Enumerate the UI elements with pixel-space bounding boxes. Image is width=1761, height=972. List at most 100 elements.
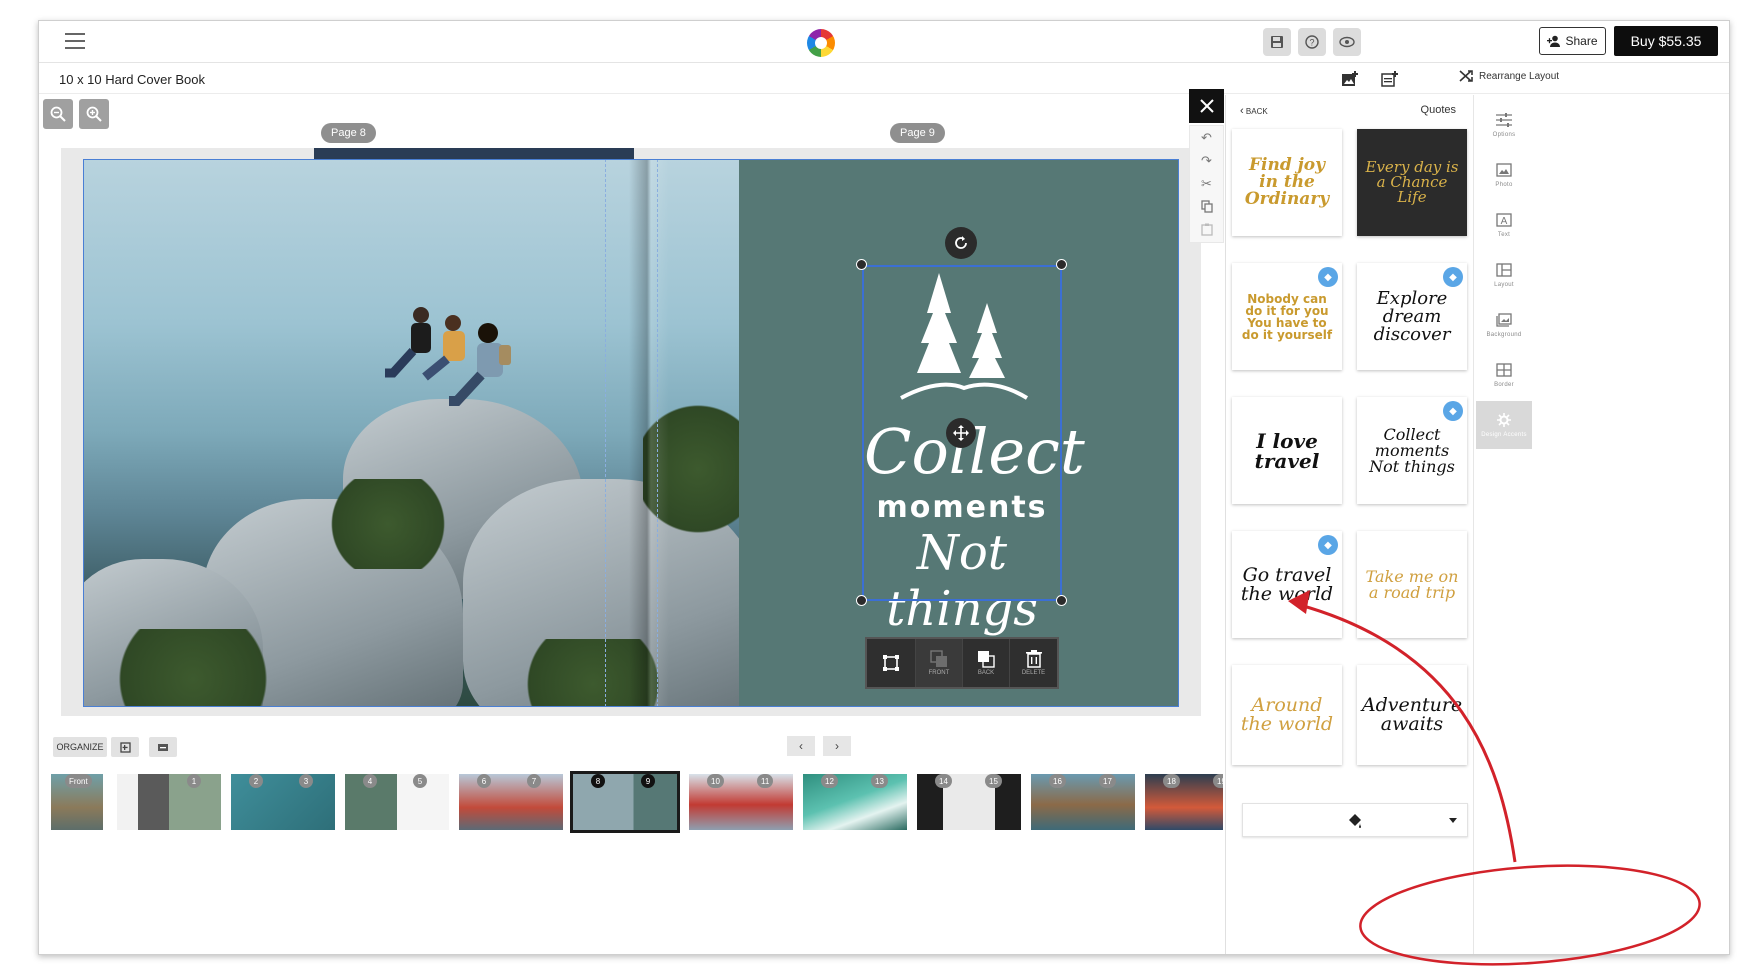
sidebar-item-border[interactable]: Border — [1476, 351, 1532, 399]
help-button[interactable]: ? — [1298, 28, 1326, 56]
thumb-badge: 18 — [1163, 774, 1180, 788]
quote-card[interactable]: Nobody can do it for you You have to do … — [1232, 263, 1342, 370]
sidebar-item-background[interactable]: Background — [1476, 301, 1532, 349]
remove-pages-icon — [158, 744, 168, 751]
add-photo-button[interactable] — [1339, 68, 1361, 90]
organize-button[interactable]: ORGANIZE — [53, 737, 107, 757]
page-8-label: Page 8 — [321, 123, 376, 143]
close-panel-button[interactable] — [1189, 89, 1224, 123]
quote-card[interactable]: Take me on a road trip — [1357, 531, 1467, 638]
copy-button[interactable] — [1190, 195, 1223, 218]
back-layer-label: BACK — [977, 670, 995, 676]
fill-color-dropdown[interactable] — [1242, 803, 1468, 837]
resize-handle-top-right[interactable] — [1056, 259, 1067, 270]
thumbnail-page-1[interactable]: 1 — [117, 774, 221, 830]
sidebar-item-label: Layout — [1494, 281, 1514, 288]
thumbnail-pages-4-5[interactable]: 4 5 — [345, 774, 449, 830]
thumb-badge: 6 — [477, 774, 491, 788]
design-accents-panel: ‹ BACK Quotes Find joy in the Ordinary E… — [1225, 95, 1472, 954]
quote-text: Collect moments Not things — [1369, 424, 1455, 476]
thumb-badge: 1 — [187, 774, 201, 788]
caret-down-icon — [1449, 818, 1457, 823]
thumb-badge: 7 — [527, 774, 541, 788]
quote-card[interactable]: Explore dream discover ◆ — [1357, 263, 1467, 370]
share-button[interactable]: Share — [1539, 27, 1606, 55]
sidebar-item-options[interactable]: Options — [1476, 101, 1532, 149]
text-icon: A — [1496, 212, 1512, 227]
add-person-icon — [1547, 35, 1561, 47]
delete-label: DELETE — [1021, 670, 1046, 676]
resize-handle-bottom-left[interactable] — [856, 595, 867, 606]
quote-card[interactable]: Find joy in the Ordinary — [1232, 129, 1342, 236]
sidebar-item-layout[interactable]: Layout — [1476, 251, 1532, 299]
rotate-handle[interactable] — [945, 227, 977, 259]
sidebar-item-photo[interactable]: Photo — [1476, 151, 1532, 199]
back-button[interactable]: ‹ BACK — [1240, 105, 1268, 117]
quote-text: Around the world — [1240, 694, 1334, 735]
rotate-icon — [955, 236, 967, 249]
brand-logo — [807, 29, 835, 57]
thumb-badge: 4 — [363, 774, 377, 788]
menu-icon[interactable] — [65, 33, 85, 51]
previous-page-button[interactable]: ‹ — [787, 736, 815, 756]
back-layer-button[interactable]: BACK — [963, 639, 1010, 687]
thumbnail-pages-10-11[interactable]: 10 11 — [689, 774, 793, 830]
chevron-right-icon: › — [835, 739, 839, 753]
thumb-badge: 14 — [935, 774, 952, 788]
delete-button[interactable]: DELETE — [1010, 639, 1057, 687]
thumb-badge: 2 — [249, 774, 263, 788]
quote-card[interactable]: Around the world — [1232, 665, 1342, 765]
add-page-icon — [1381, 71, 1398, 87]
book-title: 10 x 10 Hard Cover Book — [59, 72, 205, 87]
thumbnail-pages-6-7[interactable]: 6 7 — [459, 774, 563, 830]
quote-text: Take me on a road trip — [1365, 566, 1459, 602]
send-back-icon — [977, 651, 995, 668]
cut-button[interactable]: ✂ — [1190, 172, 1223, 195]
back-label: BACK — [1245, 107, 1268, 116]
add-pages-button[interactable] — [111, 737, 139, 757]
save-button[interactable] — [1263, 28, 1291, 56]
thumbnail-pages-16-17[interactable]: 16 17 — [1031, 774, 1135, 830]
quote-card[interactable]: Collect moments Not things ◆ — [1357, 397, 1467, 504]
sidebar-item-design-accents[interactable]: Design Accents — [1476, 401, 1532, 449]
thumbnail-pages-2-3[interactable]: 2 3 — [231, 774, 335, 830]
thumb-badge: 13 — [871, 774, 888, 788]
zoom-in-button[interactable] — [79, 99, 109, 129]
thumbnail-pages-14-15[interactable]: 14 15 — [917, 774, 1021, 830]
resize-handle-top-left[interactable] — [856, 259, 867, 270]
sub-bar: 10 x 10 Hard Cover Book Rearrange Layout — [39, 64, 1729, 94]
undo-icon: ↶ — [1201, 129, 1212, 145]
remove-pages-button[interactable] — [149, 737, 177, 757]
zoom-out-button[interactable] — [43, 99, 73, 129]
thumbnail-pages-8-9[interactable]: 8 9 — [570, 771, 680, 833]
rearrange-layout-button[interactable]: Rearrange Layout — [1459, 69, 1559, 83]
resize-handle-bottom-right[interactable] — [1056, 595, 1067, 606]
panel-title: Quotes — [1420, 104, 1456, 116]
preview-button[interactable] — [1333, 28, 1361, 56]
fit-button[interactable] — [867, 639, 916, 687]
sidebar-item-text[interactable]: A Text — [1476, 201, 1532, 249]
paste-button[interactable] — [1190, 218, 1223, 241]
next-page-button[interactable]: › — [823, 736, 851, 756]
quote-card[interactable]: Adventure awaits — [1357, 665, 1467, 765]
sidebar-item-label: Options — [1492, 131, 1516, 138]
move-handle[interactable] — [946, 418, 976, 448]
save-icon — [1271, 36, 1283, 48]
add-page-button[interactable] — [1379, 68, 1401, 90]
redo-button[interactable]: ↷ — [1190, 149, 1223, 172]
quote-card[interactable]: I love travel — [1232, 397, 1342, 504]
quote-card[interactable]: Go travel the world ◆ — [1232, 531, 1342, 638]
move-icon — [953, 425, 969, 441]
thumbnail-front[interactable]: Front — [51, 774, 103, 830]
thumbnail-pages-18-19[interactable]: 18 19 — [1145, 774, 1223, 830]
top-bar: ? Share Buy $55.35 — [39, 21, 1729, 63]
undo-button[interactable]: ↶ — [1190, 126, 1223, 149]
share-label: Share — [1565, 34, 1598, 48]
buy-button[interactable]: Buy $55.35 — [1614, 26, 1718, 56]
thumbnail-pages-12-13[interactable]: 12 13 — [803, 774, 907, 830]
front-button[interactable]: FRONT — [915, 639, 963, 687]
gear-icon — [1497, 412, 1511, 427]
quote-card[interactable]: Every day is a Chance Life — [1357, 129, 1467, 236]
buy-label: Buy $55.35 — [1630, 33, 1702, 49]
thumb-badge: 12 — [821, 774, 838, 788]
